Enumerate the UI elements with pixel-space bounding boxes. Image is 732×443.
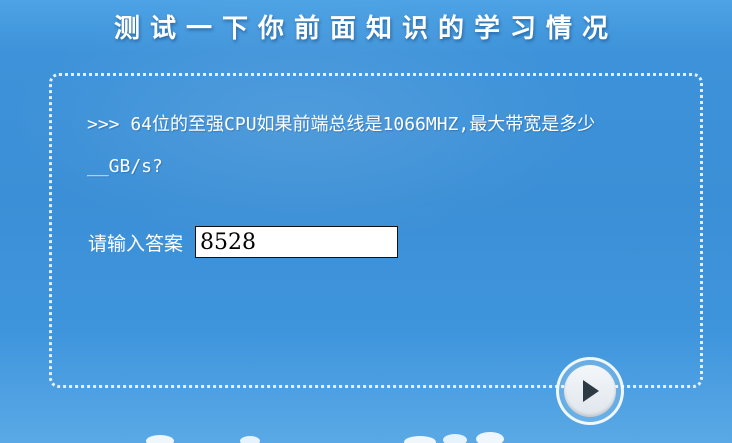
answer-input[interactable] xyxy=(195,226,399,258)
page-title: 测试一下你前面知识的学习情况 xyxy=(113,14,618,44)
question-text: >>> 64位的至强CPU如果前端总线是1066MHZ,最大带宽是多少 __GB… xyxy=(87,104,687,188)
answer-label: 请输入答案 xyxy=(88,232,184,255)
play-icon xyxy=(583,380,599,402)
question-line-1: >>> 64位的至强CPU如果前端总线是1066MHZ,最大带宽是多少 xyxy=(87,114,596,135)
answer-row: 请输入答案 xyxy=(88,226,399,258)
play-button-face xyxy=(564,365,616,417)
cloud-decoration xyxy=(146,432,504,443)
play-button[interactable] xyxy=(556,357,624,425)
question-line-2: __GB/s? xyxy=(87,156,163,177)
